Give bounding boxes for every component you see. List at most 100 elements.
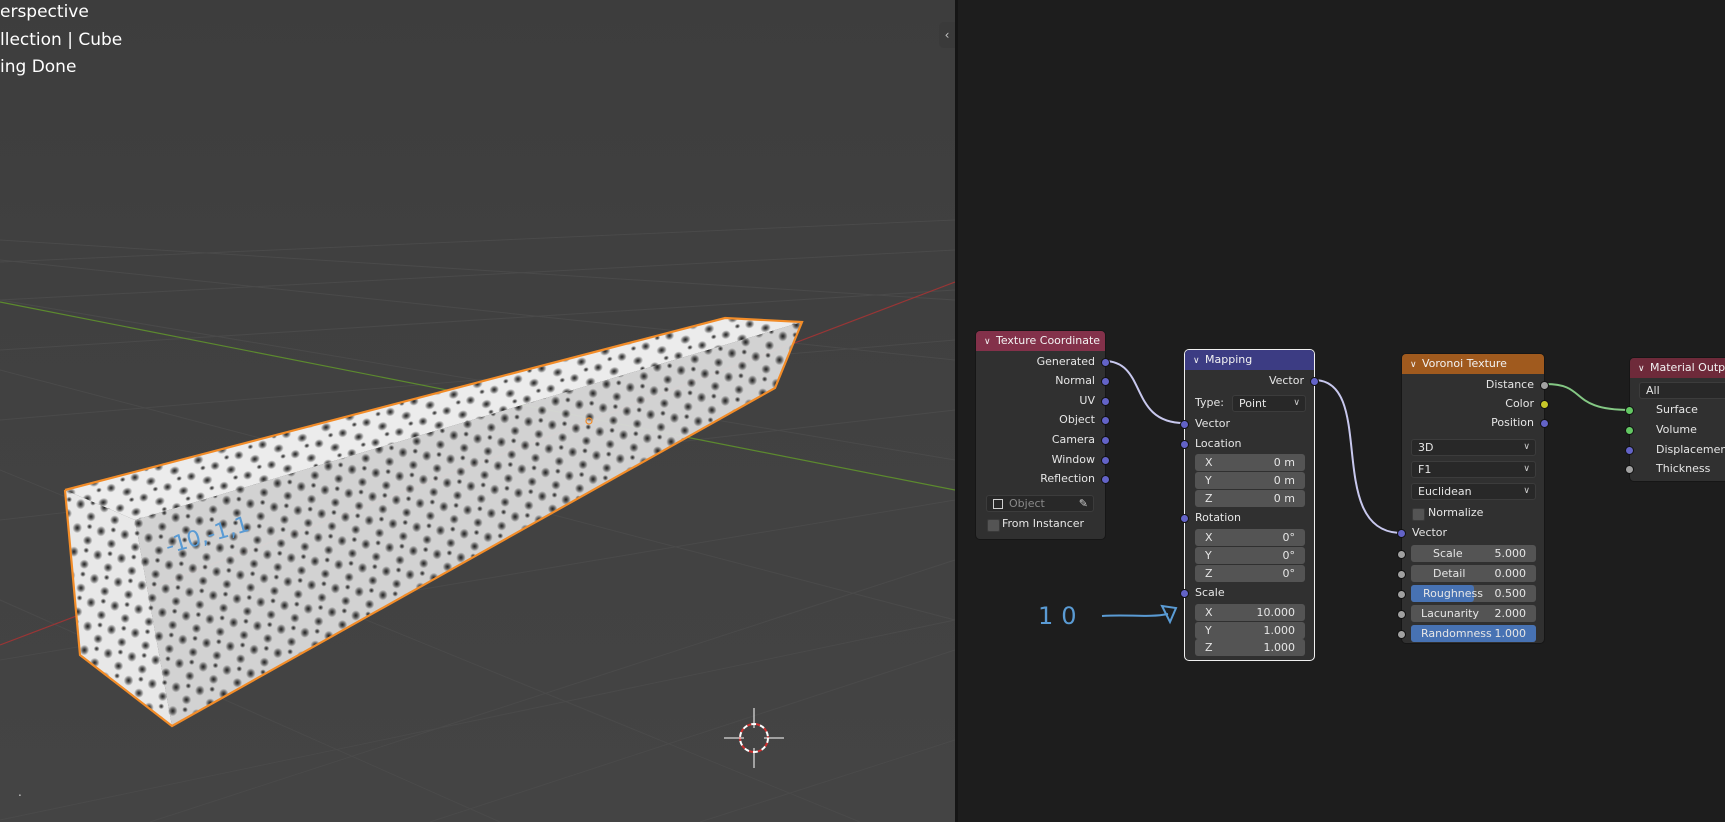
roughness-slider[interactable]: Roughness 0.500 [1411, 585, 1536, 602]
from-instancer-label: From Instancer [1002, 517, 1085, 530]
type-label: Type: [1195, 396, 1224, 409]
socket-displacement[interactable] [1625, 446, 1634, 455]
node-texture-coordinate[interactable]: ∨ Texture Coordinate Generated Normal UV … [975, 330, 1110, 540]
normalize-checkbox[interactable] [1412, 508, 1425, 521]
socket-output-vector[interactable] [1310, 377, 1319, 386]
rotation-x-field[interactable]: X 0° [1195, 529, 1305, 546]
input-vector-label: Vector [1412, 526, 1448, 539]
input-volume: Volume [1656, 423, 1697, 436]
socket-window[interactable] [1101, 456, 1110, 465]
chevron-down-icon: ∨ [1523, 442, 1530, 452]
target-value: All [1646, 384, 1660, 397]
socket-scale[interactable] [1180, 589, 1189, 598]
chevron-down-icon[interactable]: ∨ [1193, 351, 1205, 370]
chevron-down-icon: ∨ [1523, 464, 1530, 474]
socket-randomness[interactable] [1397, 630, 1406, 639]
viewport-view-label: erspective [0, 2, 89, 22]
sidebar-toggle-icon[interactable]: ‹ [939, 22, 955, 48]
randomness-slider[interactable]: Randomness 1.000 [1411, 625, 1536, 642]
target-dropdown[interactable]: All [1639, 382, 1725, 399]
from-instancer-checkbox[interactable] [987, 519, 1000, 532]
output-distance: Distance [1485, 378, 1534, 391]
eyedropper-icon[interactable]: ✎ [1079, 496, 1088, 511]
rotation-y-field[interactable]: Y 0° [1195, 547, 1305, 564]
type-dropdown[interactable]: Point ∨ [1232, 395, 1306, 412]
node-annotation: 10 [1038, 602, 1085, 630]
scale-z-field[interactable]: Z 1.000 [1195, 639, 1305, 656]
socket-input-vector[interactable] [1397, 529, 1406, 538]
scale-label: Scale [1195, 586, 1225, 599]
socket-reflection[interactable] [1101, 475, 1110, 484]
socket-location[interactable] [1180, 440, 1189, 449]
socket-roughness[interactable] [1397, 590, 1406, 599]
socket-position[interactable] [1540, 419, 1549, 428]
cube-object[interactable] [63, 316, 804, 728]
input-thickness: Thickness [1656, 462, 1711, 475]
3d-cursor[interactable] [724, 708, 784, 768]
feature-value: F1 [1418, 463, 1432, 476]
rotation-z-field[interactable]: Z 0° [1195, 565, 1305, 582]
output-vector-label: Vector [1268, 374, 1304, 387]
scale-x-field[interactable]: X 10.000 [1195, 604, 1305, 621]
viewport-scene: -10,-1,1 . [0, 219, 955, 822]
object-selector[interactable]: Object ✎ [986, 495, 1094, 512]
dimensions-dropdown[interactable]: 3D ∨ [1411, 439, 1536, 456]
chevron-down-icon[interactable]: ∨ [1638, 359, 1650, 378]
lacunarity-field[interactable]: Lacunarity 2.000 [1411, 605, 1536, 622]
detail-field[interactable]: Detail 0.000 [1411, 565, 1536, 582]
node-header[interactable]: ∨ Mapping [1185, 350, 1314, 370]
3d-viewport[interactable]: -10,-1,1 . erspective llection | Cube in… [0, 0, 955, 822]
output-uv: UV [1079, 394, 1095, 407]
output-position: Position [1491, 416, 1534, 429]
chevron-down-icon[interactable]: ∨ [984, 332, 996, 351]
socket-lacunarity[interactable] [1397, 610, 1406, 619]
node-header[interactable]: ∨ Texture Coordinate [976, 331, 1105, 351]
socket-rotation[interactable] [1180, 514, 1189, 523]
socket-thickness[interactable] [1625, 465, 1634, 474]
socket-surface[interactable] [1625, 406, 1634, 415]
socket-uv[interactable] [1101, 397, 1110, 406]
output-color: Color [1505, 397, 1534, 410]
socket-volume[interactable] [1625, 426, 1634, 435]
location-x-field[interactable]: X0 m [1195, 454, 1305, 471]
socket-camera[interactable] [1101, 436, 1110, 445]
feature-dropdown[interactable]: F1 ∨ [1411, 461, 1536, 478]
node-material-output[interactable]: ∨Material Output All Surface Volume Disp… [1625, 357, 1725, 482]
rotation-label: Rotation [1195, 511, 1242, 524]
node-mapping[interactable]: ∨ Mapping Vector Type: Point ∨ Vector Loca… [1180, 349, 1319, 661]
socket-scale[interactable] [1397, 550, 1406, 559]
chevron-down-icon[interactable]: ∨ [1410, 355, 1422, 374]
dimensions-value: 3D [1418, 441, 1434, 454]
normalize-label: Normalize [1428, 506, 1484, 519]
socket-object[interactable] [1101, 416, 1110, 425]
socket-normal[interactable] [1101, 377, 1110, 386]
output-reflection: Reflection [1040, 472, 1095, 485]
metric-value: Euclidean [1418, 485, 1472, 498]
socket-color[interactable] [1540, 400, 1549, 409]
location-z-field[interactable]: Z0 m [1195, 490, 1305, 507]
location-label: Location [1195, 437, 1242, 450]
chevron-down-icon: ∨ [1523, 486, 1530, 496]
object-placeholder: Object [1009, 497, 1045, 510]
node-header[interactable]: ∨ Voronoi Texture [1402, 354, 1544, 374]
node-header[interactable]: ∨Material Output [1630, 358, 1725, 378]
scale-field[interactable]: Scale 5.000 [1411, 545, 1536, 562]
chevron-down-icon: ∨ [1293, 398, 1300, 408]
socket-distance[interactable] [1540, 381, 1549, 390]
shader-node-editor[interactable]: 10 ∨ Texture Coordinate Generated Normal … [958, 0, 1725, 822]
link-mapping-to-voronoi [1313, 379, 1403, 534]
location-y-field[interactable]: Y0 m [1195, 472, 1305, 489]
scale-y-field[interactable]: Y 1.000 [1195, 622, 1305, 639]
node-title: Material Output [1650, 361, 1725, 374]
input-surface: Surface [1656, 403, 1698, 416]
socket-detail[interactable] [1397, 570, 1406, 579]
node-title: Voronoi Texture [1422, 357, 1507, 370]
link-distance-to-surface [1545, 383, 1631, 411]
socket-generated[interactable] [1101, 358, 1110, 367]
socket-input-vector[interactable] [1180, 420, 1189, 429]
node-voronoi-texture[interactable]: ∨ Voronoi Texture Distance Color Position… [1397, 353, 1549, 644]
output-camera: Camera [1051, 433, 1095, 446]
metric-dropdown[interactable]: Euclidean ∨ [1411, 483, 1536, 500]
input-displacement: Displacement [1656, 443, 1725, 456]
viewport-dot: . [18, 785, 22, 799]
